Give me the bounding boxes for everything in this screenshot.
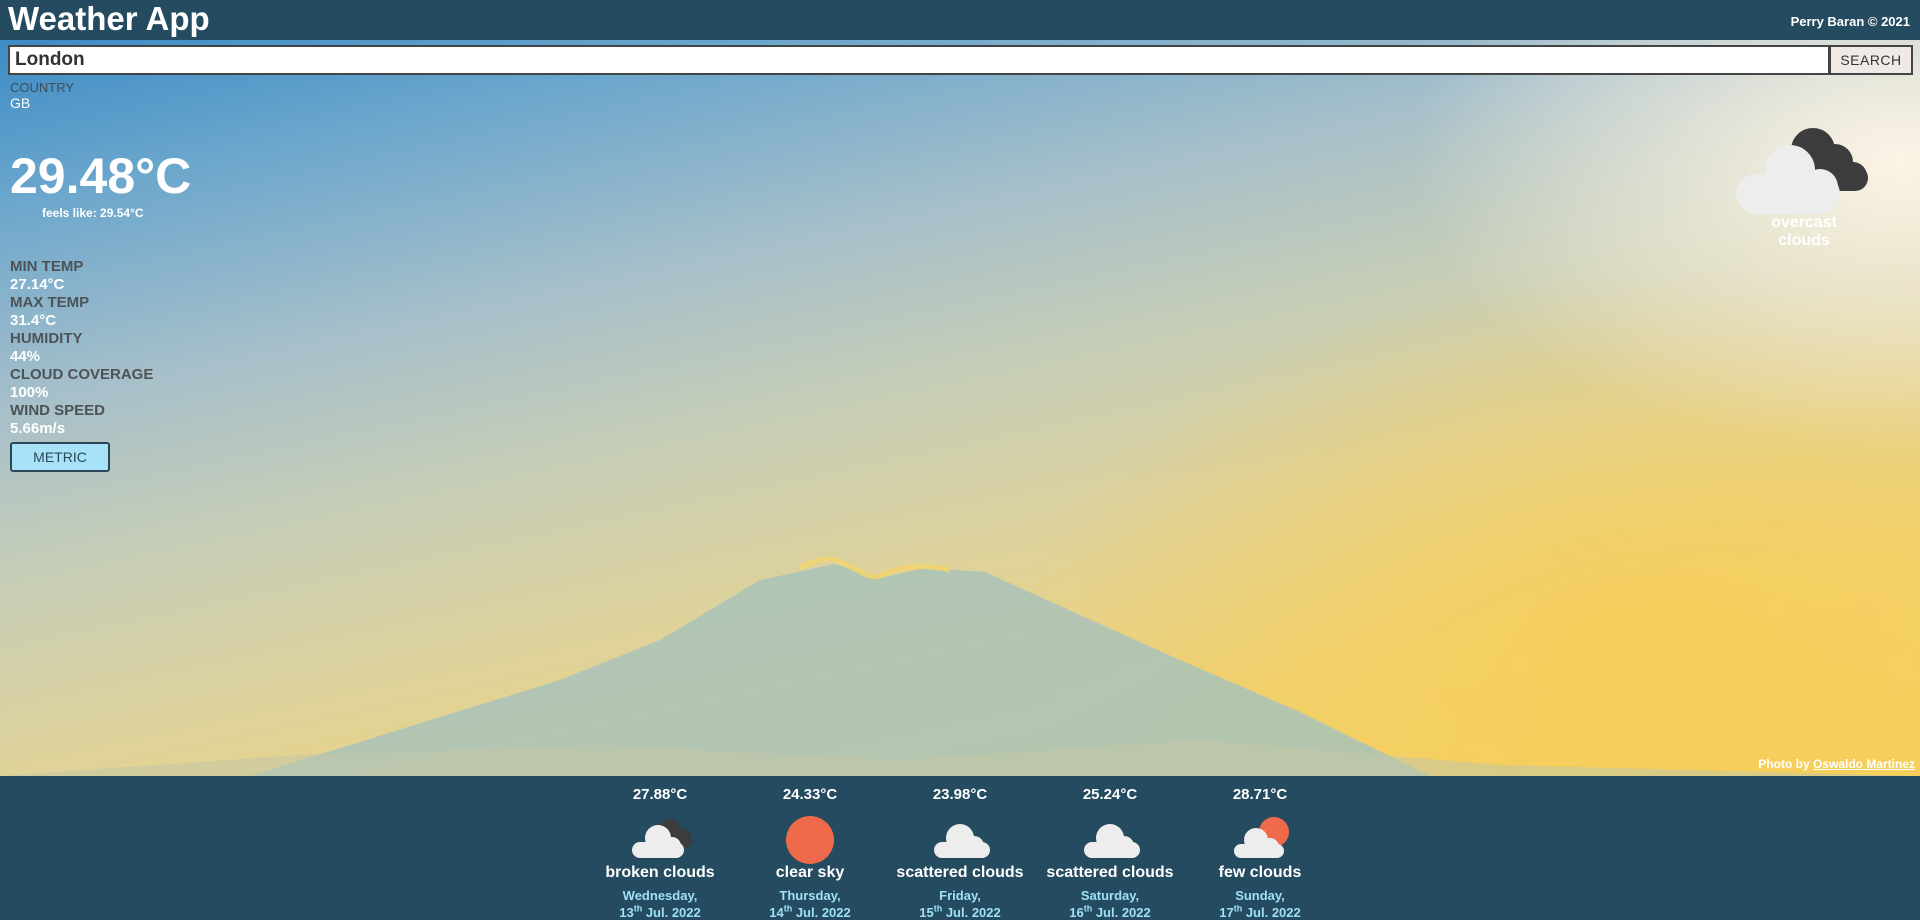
forecast-weekday: Saturday, — [1080, 888, 1140, 903]
forecast-date: Sunday, 17th Jul. 2022 — [1185, 887, 1335, 920]
scattered-clouds-icon — [934, 824, 990, 858]
forecast-ordinal: th — [933, 903, 943, 914]
forecast-date: Saturday, 16th Jul. 2022 — [1035, 887, 1185, 920]
clear-sky-icon — [786, 816, 834, 864]
forecast-month-year: Jul. 2022 — [1092, 905, 1151, 920]
copyright: Perry Baran © 2021 — [1790, 14, 1910, 29]
scattered-clouds-icon — [1084, 824, 1140, 858]
forecast-daynum: 14 — [769, 905, 784, 920]
forecast-weekday: Friday, — [939, 888, 981, 903]
cloud-coverage-value: 100% — [10, 384, 49, 401]
hero-background: SEARCH COUNTRY GB 29.48°C feels like: 29… — [0, 40, 1920, 776]
few-clouds-icon — [1234, 817, 1289, 858]
search-button[interactable]: SEARCH — [1830, 45, 1913, 75]
country-label: COUNTRY — [10, 80, 75, 95]
forecast-month-year: Jul. 2022 — [942, 905, 1001, 920]
min-temp-value: 27.14°C — [10, 276, 65, 293]
top-bar: Weather App Perry Baran © 2021 — [0, 0, 1920, 40]
photo-credit: Photo by Oswaldo Martinez — [1758, 757, 1915, 771]
forecast-description: scattered clouds — [1046, 864, 1174, 881]
forecast-description: clear sky — [775, 864, 845, 881]
forecast-temp: 23.98°C — [932, 786, 988, 803]
forecast-ordinal: th — [783, 903, 793, 914]
forecast-ordinal: th — [1083, 903, 1093, 914]
forecast-weekday: Wednesday, — [622, 888, 698, 903]
forecast-daynum: 15 — [919, 905, 934, 920]
forecast-temp: 28.71°C — [1232, 786, 1288, 803]
forecast-weekday: Thursday, — [779, 888, 841, 903]
forecast-temp: 24.33°C — [782, 786, 838, 803]
feels-like: feels like: 29.54°C — [42, 206, 144, 220]
max-temp-label: MAX TEMP — [10, 294, 90, 311]
humidity-label: HUMIDITY — [10, 330, 83, 347]
min-temp-label: MIN TEMP — [10, 258, 84, 275]
forecast-bar: 27.88°C broken clouds Wednesday, 13th Ju… — [0, 776, 1920, 920]
forecast-temp: 27.88°C — [632, 786, 688, 803]
forecast-description: few clouds — [1218, 864, 1302, 881]
broken-clouds-icon — [632, 819, 692, 858]
forecast-daynum: 17 — [1219, 905, 1234, 920]
forecast-date: Wednesday, 13th Jul. 2022 — [585, 887, 735, 920]
forecast-description: broken clouds — [605, 864, 715, 881]
forecast-month-year: Jul. 2022 — [642, 905, 701, 920]
current-temperature: 29.48°C — [10, 148, 192, 204]
photo-credit-prefix: Photo by — [1758, 757, 1813, 771]
forecast-date: Thursday, 14th Jul. 2022 — [735, 887, 885, 920]
search-input[interactable] — [8, 45, 1830, 75]
forecast-ordinal: th — [1233, 903, 1243, 914]
wind-speed-value: 5.66m/s — [10, 420, 66, 437]
overcast-clouds-icon — [1736, 128, 1868, 214]
search-bar: SEARCH — [8, 45, 1913, 75]
forecast-month-year: Jul. 2022 — [1242, 905, 1301, 920]
forecast-temp: 25.24°C — [1082, 786, 1138, 803]
max-temp-value: 31.4°C — [10, 312, 57, 329]
forecast-daynum: 13 — [619, 905, 634, 920]
units-toggle-button[interactable]: METRIC — [10, 442, 110, 472]
cloud-coverage-label: CLOUD COVERAGE — [10, 366, 154, 383]
photo-credit-link[interactable]: Oswaldo Martinez — [1813, 757, 1915, 771]
weather-stats: MIN TEMP 27.14°C MAX TEMP 31.4°C HUMIDIT… — [10, 258, 153, 438]
forecast-description: scattered clouds — [896, 864, 1024, 881]
mountain-photo — [0, 556, 1920, 776]
forecast-month-year: Jul. 2022 — [792, 905, 851, 920]
country-value: GB — [10, 95, 31, 111]
forecast-ordinal: th — [633, 903, 643, 914]
humidity-value: 44% — [10, 348, 41, 365]
wind-speed-label: WIND SPEED — [10, 402, 106, 419]
forecast-daynum: 16 — [1069, 905, 1084, 920]
forecast-date: Friday, 15th Jul. 2022 — [885, 887, 1035, 920]
forecast-weekday: Sunday, — [1235, 888, 1285, 903]
app-title: Weather App — [8, 0, 210, 37]
current-description: overcast clouds — [1771, 214, 1837, 249]
